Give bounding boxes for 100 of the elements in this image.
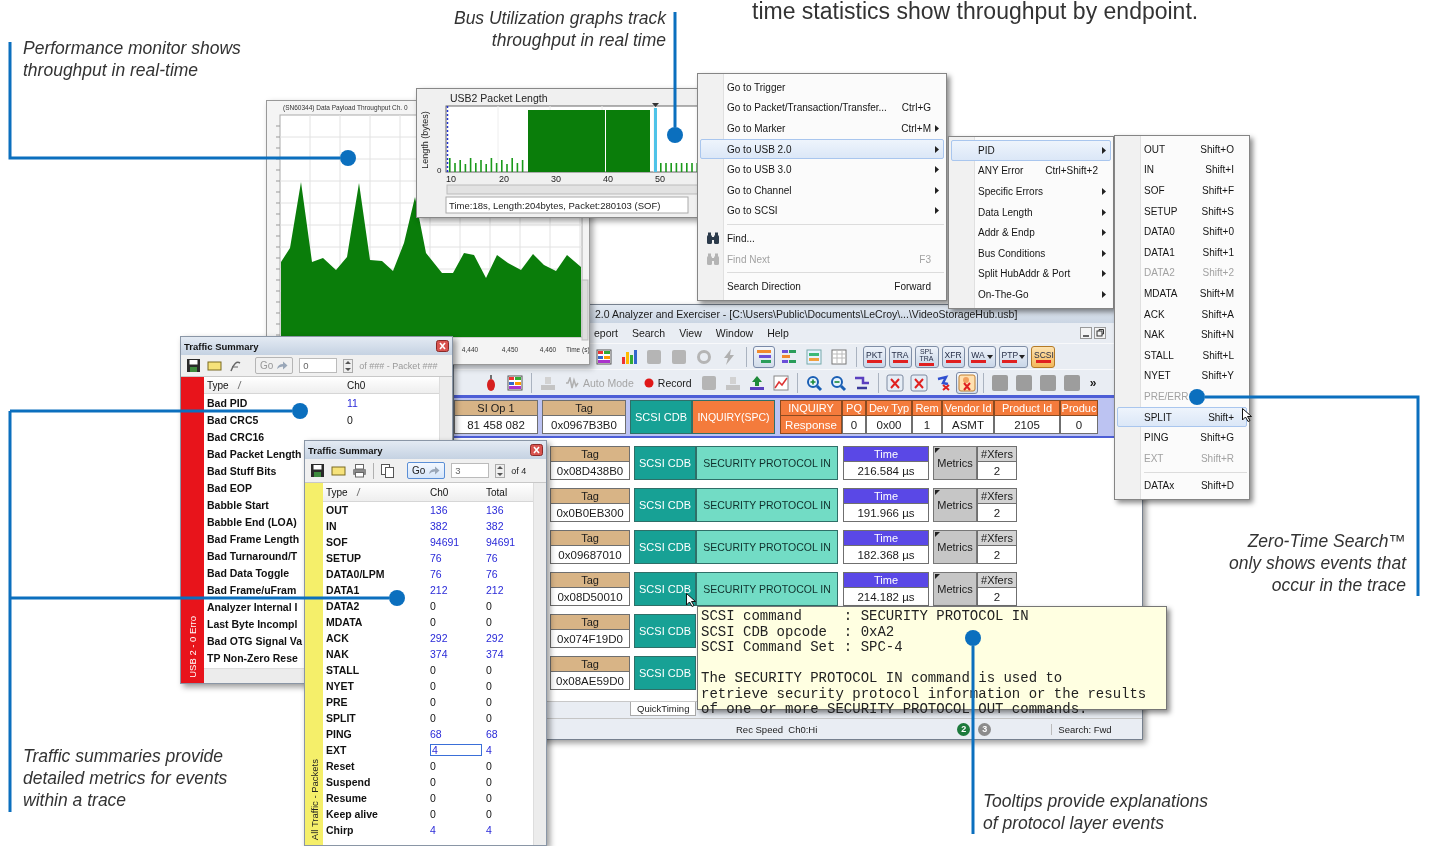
layout-button[interactable] (753, 345, 775, 368)
menu-item[interactable]: Search (624, 325, 673, 341)
column-header[interactable]: Ch0 (430, 486, 449, 498)
crossed-box-button[interactable] (907, 371, 930, 394)
metrics-label: Metrics (933, 572, 977, 606)
metrics-label: Metrics (933, 530, 977, 564)
packet-field[interactable]: 3 (451, 463, 490, 478)
menu-item[interactable]: Go to USB 3.0 (700, 159, 944, 180)
spinner-icon[interactable] (495, 463, 506, 478)
table-cell: Bad Turnaround/T (207, 549, 298, 562)
crossed-box-button[interactable] (883, 371, 906, 394)
field-label: PQ (842, 400, 866, 416)
menu-item[interactable]: DATAx Shift+D (1117, 475, 1247, 497)
table-cell: 292 (430, 632, 448, 644)
table-cell: 0 (430, 776, 436, 788)
menu-item[interactable]: Go to Marker Ctrl+M (700, 118, 944, 139)
printer-icon[interactable] (352, 463, 367, 478)
table-cell: 212 (430, 584, 448, 596)
menu-item[interactable]: Go to SCSI (700, 200, 944, 222)
table-cell: 4 (486, 824, 492, 836)
menu-item[interactable]: ANY Error Ctrl+Shift+2 (951, 160, 1111, 182)
menu-item[interactable]: Data Length (951, 201, 1111, 223)
menu-item[interactable]: Go to Trigger (700, 77, 944, 98)
minimize-icon[interactable] (1080, 327, 1092, 339)
window-title: 2.0 Analyzer and Exerciser - [C:\Users\Public\Documents\LeCroy\...\VideoStorageHub.usb] (595, 308, 1018, 320)
table-cell: 374 (430, 648, 448, 660)
protocol-button[interactable]: SCSI (1031, 345, 1056, 368)
table-cell: 76 (430, 568, 442, 580)
menu-item[interactable]: Help (760, 325, 796, 341)
menu-item[interactable]: SETUP Shift+S (1117, 200, 1247, 222)
menu-item[interactable]: eport (587, 325, 625, 341)
menu-item[interactable]: NYET Shift+Y (1117, 365, 1247, 387)
save-icon[interactable] (186, 358, 201, 373)
column-header[interactable]: Type (207, 379, 229, 391)
table-cell: Bad Packet Length (207, 447, 302, 460)
copy-icon[interactable] (380, 463, 395, 478)
menu-item[interactable]: SOF Shift+F (1117, 180, 1247, 201)
menu-item[interactable]: Split HubAddr & Port (951, 263, 1111, 285)
metrics-label: Metrics (933, 488, 977, 522)
column-header[interactable]: Total (486, 486, 508, 498)
menu-item[interactable]: OUT Shift+O (1117, 139, 1247, 160)
close-button[interactable] (436, 340, 449, 352)
menu-item[interactable]: ACK Shift+A (1117, 303, 1247, 325)
packet-field[interactable]: 0 (299, 358, 338, 373)
table-cell: SETUP (326, 552, 361, 564)
mode-button[interactable]: Record (639, 371, 696, 394)
protocol-button[interactable]: PTP (998, 345, 1029, 368)
spinner-icon[interactable] (343, 358, 354, 373)
protocol-button[interactable]: XFR (941, 345, 965, 368)
chart-title: USB2 Packet Length (450, 92, 548, 104)
menu-item[interactable]: Go to USB 2.0 (700, 138, 944, 160)
menu-item[interactable]: Addr & Endp (951, 222, 1111, 243)
caret-icon[interactable] (1019, 354, 1026, 359)
menu-item[interactable]: Find... (700, 228, 944, 249)
menu-item[interactable]: Go to Packet/Transaction/Transfer... Ctrl+G (700, 97, 944, 119)
menu-item[interactable]: PID (951, 140, 1111, 161)
field-label: Tag (550, 614, 630, 630)
go-button[interactable]: Go (407, 462, 446, 479)
overflow-button[interactable]: » (1086, 375, 1100, 390)
figure-button[interactable] (955, 371, 978, 394)
table-cell: Bad OTG Signal Va (207, 634, 303, 647)
tab[interactable]: QuickTiming (630, 702, 697, 716)
menu-item[interactable]: On-The-Go (951, 284, 1111, 305)
column-header[interactable]: Ch0 (347, 379, 366, 391)
column-header[interactable]: Type (326, 486, 348, 498)
field-label: Time (843, 446, 929, 462)
restore-icon[interactable] (1094, 327, 1106, 339)
protocol-button[interactable]: WA (967, 345, 996, 368)
menu-item[interactable]: Bus Conditions (951, 242, 1111, 264)
table-cell: 76 (486, 568, 498, 580)
table-cell: Bad Stuff Bits (207, 464, 277, 477)
crossed-box-icon (909, 373, 928, 392)
cdb-label: SCSI CDB (634, 572, 696, 606)
menu-item[interactable]: PING Shift+G (1117, 427, 1247, 448)
caret-icon[interactable] (986, 354, 993, 359)
save-icon[interactable] (310, 463, 325, 478)
menu-item[interactable]: Go to Channel (700, 179, 944, 201)
menu-item[interactable]: DATA0 Shift+0 (1117, 221, 1247, 242)
table-cell: 11 (347, 396, 358, 409)
menu-item[interactable]: IN Shift+I (1117, 159, 1247, 181)
command-label: INQUIRY(SPC) (692, 400, 775, 434)
menu-item[interactable]: MDATA Shift+M (1117, 283, 1247, 304)
mouse-cursor-icon (686, 593, 696, 607)
menu-item[interactable]: DATA1 Shift+1 (1117, 241, 1247, 263)
field-value: 2 (977, 504, 1017, 522)
submenu-arrow-icon (1102, 270, 1106, 278)
close-button[interactable] (530, 444, 543, 456)
menu-item[interactable]: Search Direction Forward (700, 276, 944, 297)
table-cell: 136 (430, 504, 448, 516)
menu-item[interactable]: View (672, 325, 709, 341)
protocol-button[interactable]: TRA (888, 345, 912, 368)
menu-item[interactable]: STALL Shift+L (1117, 344, 1247, 366)
protocol-button[interactable]: PKT (863, 345, 886, 368)
menu-item[interactable]: SPLIT Shift+ (1117, 406, 1247, 428)
shortcut-label: Shift+I (1204, 164, 1234, 176)
menu-item[interactable]: Window (708, 325, 761, 341)
shortcut-label: Shift+N (1199, 329, 1234, 341)
menu-item[interactable]: Specific Errors (951, 181, 1111, 202)
field-label: Produc (1060, 400, 1098, 416)
menu-item[interactable]: NAK Shift+N (1117, 324, 1247, 345)
